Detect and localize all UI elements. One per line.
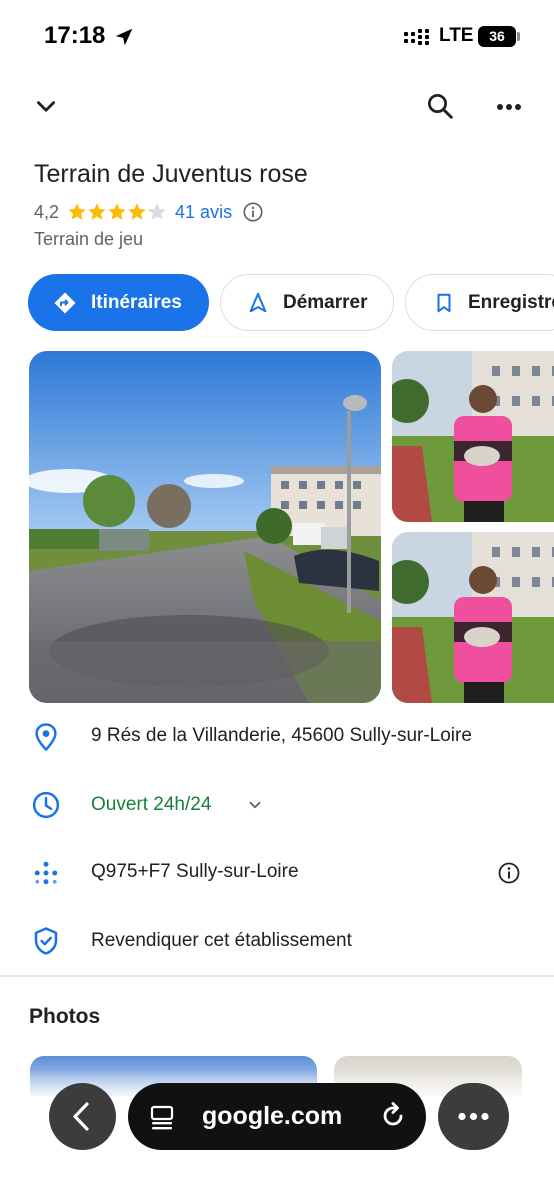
reload-icon[interactable]	[378, 1101, 408, 1131]
chevron-down-icon[interactable]	[33, 94, 59, 120]
navigation-arrow-icon	[249, 292, 267, 312]
plus-code-row[interactable]: Q975+F7 Sully-sur-Loire	[0, 842, 554, 902]
place-photo[interactable]	[392, 532, 554, 703]
directions-icon	[54, 292, 76, 313]
clock-icon	[32, 791, 60, 819]
start-label: Démarrer	[283, 291, 368, 313]
location-pin-icon	[35, 723, 57, 752]
place-category: Terrain de jeu	[34, 229, 144, 249]
verified-shield-icon	[34, 927, 58, 955]
directions-label: Itinéraires	[91, 291, 182, 313]
claim-text: Revendiquer cet établissement	[91, 930, 352, 951]
star-rating	[67, 202, 167, 222]
url-text: google.com	[202, 1102, 343, 1130]
star-icon	[68, 203, 86, 220]
action-buttons: Itinéraires Démarrer Enregistrer	[0, 274, 554, 332]
start-button[interactable]: Démarrer	[220, 274, 394, 331]
address-bar[interactable]: google.com	[128, 1083, 426, 1150]
network-label: LTE	[439, 25, 474, 46]
star-icon	[128, 203, 146, 220]
address-text: 9 Rés de la Villanderie, 45600 Sully-sur…	[91, 725, 472, 746]
plus-code-icon	[34, 861, 58, 885]
more-menu-button[interactable]	[438, 1083, 509, 1150]
signal-icon	[404, 29, 429, 45]
battery-nub	[517, 32, 520, 41]
star-icon	[88, 203, 106, 220]
divider	[0, 975, 554, 977]
search-icon[interactable]	[425, 91, 455, 121]
place-title: Terrain de Juventus rose	[34, 160, 308, 188]
street-view-image	[29, 351, 381, 703]
plus-code-text: Q975+F7 Sully-sur-Loire	[91, 861, 299, 882]
star-icon	[108, 203, 126, 220]
photos-heading: Photos	[29, 1005, 101, 1028]
place-photo-image	[392, 532, 554, 703]
rating-value: 4,2	[34, 201, 60, 222]
star-icon	[148, 203, 166, 220]
reviews-link[interactable]: 41 avis	[175, 202, 232, 223]
save-label: Enregistrer	[468, 291, 554, 313]
directions-button[interactable]: Itinéraires	[28, 274, 209, 331]
address-row[interactable]: 9 Rés de la Villanderie, 45600 Sully-sur…	[0, 706, 554, 766]
hours-row[interactable]: Ouvert 24h/24	[0, 774, 554, 834]
back-button[interactable]	[49, 1083, 116, 1150]
claim-row[interactable]: Revendiquer cet établissement	[0, 910, 554, 970]
status-bar: 17:18 LTE 36	[0, 0, 554, 72]
more-icon[interactable]	[494, 94, 524, 120]
save-button[interactable]: Enregistrer	[405, 274, 554, 331]
info-icon[interactable]	[242, 201, 264, 223]
chevron-left-icon	[73, 1102, 89, 1131]
info-icon[interactable]	[497, 861, 521, 885]
more-icon	[458, 1112, 489, 1121]
place-photo[interactable]	[392, 351, 554, 522]
bookmark-icon	[437, 293, 451, 312]
place-photo-image	[392, 351, 554, 522]
page-menu-icon	[150, 1105, 174, 1130]
rating-row: 4,2 41 avis	[34, 199, 264, 225]
chevron-down-icon[interactable]	[246, 796, 264, 814]
battery-icon: 36	[478, 26, 516, 47]
status-time: 17:18	[44, 22, 106, 49]
hours-text: Ouvert 24h/24	[91, 794, 212, 815]
street-view-photo[interactable]	[29, 351, 381, 703]
location-arrow-icon	[115, 28, 133, 46]
